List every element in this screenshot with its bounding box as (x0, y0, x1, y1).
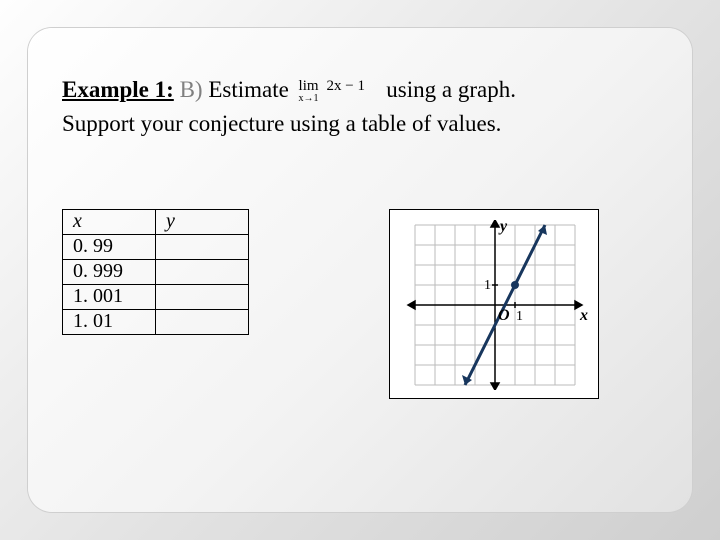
lim-expr: 2x − 1 (327, 76, 365, 96)
cell-x: 1. 001 (63, 284, 156, 309)
lim-sub: x→1 (299, 92, 319, 106)
prompt-before-math: Estimate (208, 77, 288, 102)
cell-y (156, 284, 249, 309)
example-title: Example 1: (62, 77, 174, 102)
table-row: 0. 99 (63, 234, 249, 259)
cell-x: 0. 999 (63, 259, 156, 284)
table-row: 0. 999 (63, 259, 249, 284)
col-header-x: x (63, 209, 156, 234)
content-row: x y 0. 99 0. 999 1. 001 1. 01 (62, 209, 658, 399)
prompt-line2: Support your conjecture using a table of… (62, 111, 501, 136)
cell-x: 1. 01 (63, 309, 156, 334)
axis-label-x: x (579, 307, 588, 324)
slide: Example 1: B) Estimate lim x→1 2x − 1 us… (0, 0, 720, 540)
limit-expression: lim x→1 2x − 1 (299, 76, 377, 108)
col-header-y: y (156, 209, 249, 234)
content-panel: Example 1: B) Estimate lim x→1 2x − 1 us… (28, 28, 692, 512)
graph-figure: y x O 1 1 (389, 209, 599, 399)
table-row: 1. 001 (63, 284, 249, 309)
table-row: 1. 01 (63, 309, 249, 334)
tick-label-y: 1 (484, 278, 491, 293)
problem-prompt: Example 1: B) Estimate lim x→1 2x − 1 us… (62, 74, 658, 139)
values-table: x y 0. 99 0. 999 1. 001 1. 01 (62, 209, 249, 335)
tick-label-x: 1 (516, 309, 523, 324)
prompt-after-math: using a graph. (386, 77, 516, 102)
highlight-point-icon (511, 281, 519, 289)
table-header-row: x y (63, 209, 249, 234)
cell-y (156, 234, 249, 259)
part-label: B) (180, 77, 203, 102)
graph-svg: y x O 1 1 (400, 220, 590, 390)
cell-y (156, 259, 249, 284)
axis-label-y: y (498, 220, 508, 235)
cell-y (156, 309, 249, 334)
cell-x: 0. 99 (63, 234, 156, 259)
origin-label: O (498, 307, 510, 324)
